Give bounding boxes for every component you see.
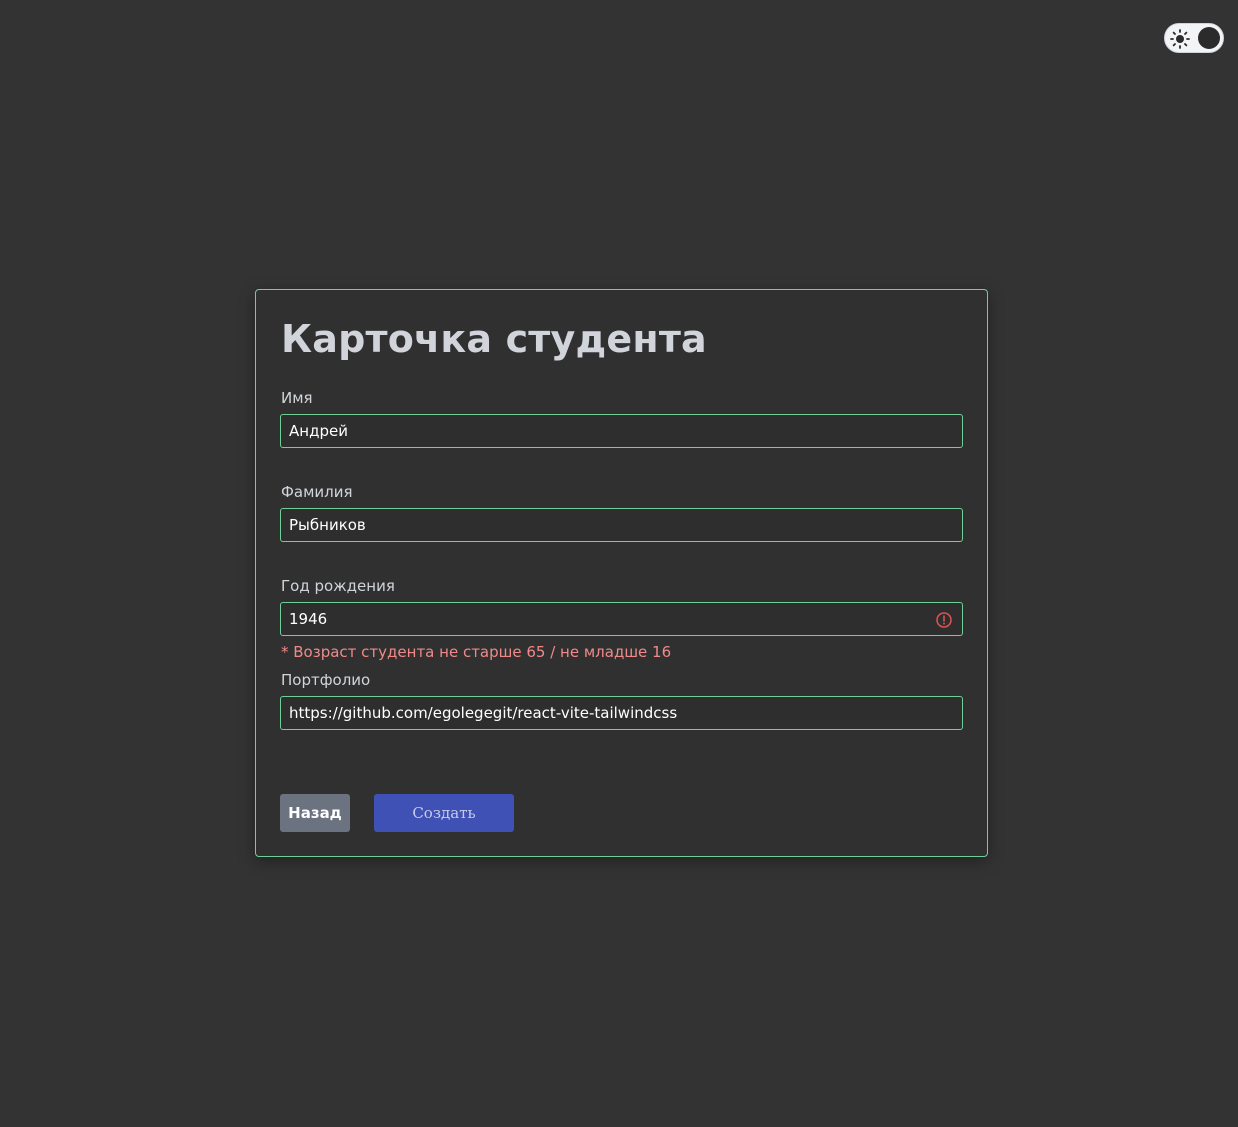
create-button[interactable]: Создать	[374, 794, 514, 832]
portfolio-field[interactable]	[280, 696, 963, 730]
birth-year-label: Год рождения	[281, 577, 395, 595]
last-name-label: Фамилия	[281, 483, 353, 501]
error-icon	[936, 612, 952, 628]
sun-icon	[1170, 29, 1190, 49]
birth-year-error: * Возраст студента не старше 65 / не мла…	[281, 643, 672, 661]
theme-toggle[interactable]	[1164, 23, 1224, 53]
last-name-field[interactable]	[280, 508, 963, 542]
page-title: Карточка студента	[281, 317, 707, 361]
portfolio-label: Портфолио	[281, 671, 371, 689]
toggle-knob	[1198, 27, 1220, 49]
back-button[interactable]: Назад	[280, 794, 350, 832]
student-card: Карточка студента Имя Фамилия Год рожден…	[255, 289, 988, 857]
first-name-label: Имя	[281, 389, 313, 407]
birth-year-field[interactable]	[280, 602, 963, 636]
first-name-field[interactable]	[280, 414, 963, 448]
